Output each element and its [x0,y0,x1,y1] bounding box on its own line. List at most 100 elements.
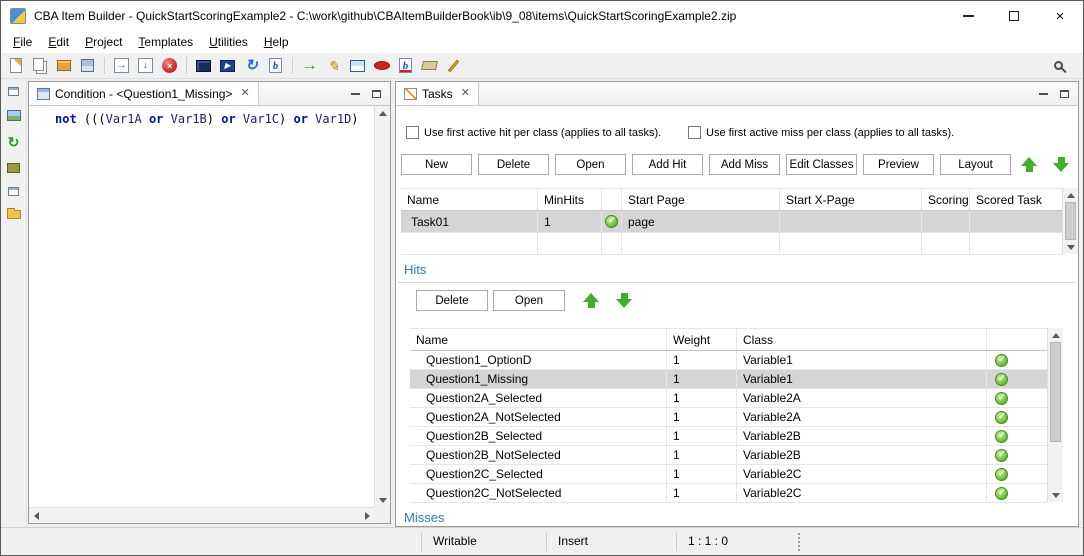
tasks-table-scrollbar[interactable] [1062,188,1078,254]
hit-row[interactable]: Question2B_Selected 1 Variable2B [410,427,1047,446]
move-hit-up-button[interactable] [580,290,602,310]
edit-item-icon[interactable]: ✎ [323,55,344,76]
column-header-class[interactable]: Class [737,329,987,350]
split-view-icon[interactable] [347,55,368,76]
preview-screen-icon[interactable] [193,55,214,76]
column-header-name[interactable]: Name [410,329,667,350]
column-header-scored-task[interactable]: Scored Task [970,189,1062,210]
maximize-panel-icon[interactable] [372,90,381,98]
import-icon[interactable]: ↓ [135,55,156,76]
new-button[interactable]: New [401,154,472,175]
go-icon[interactable]: → [299,55,320,76]
scroll-left-icon[interactable] [29,508,43,524]
menu-templates[interactable]: Templates [130,32,201,52]
close-button[interactable]: × [1037,1,1083,31]
task-row[interactable]: Task01 1 page [401,211,1062,233]
scroll-up-icon[interactable] [1063,188,1078,202]
empty-row[interactable] [401,233,1062,255]
layout-button[interactable]: Layout [940,154,1011,175]
column-header-weight[interactable]: Weight [667,329,737,350]
column-header-status[interactable] [602,189,622,210]
scroll-up-icon[interactable] [375,106,391,120]
scroll-up-icon[interactable] [1048,328,1064,342]
move-hit-down-button[interactable] [613,290,635,310]
folder-icon[interactable] [7,210,21,219]
move-task-up-button[interactable] [1018,154,1040,174]
editor-vertical-scrollbar[interactable] [374,106,390,507]
preview-button[interactable]: Preview [863,154,934,175]
hit-row[interactable]: Question2A_NotSelected 1 Variable2A [410,408,1047,427]
column-header-status[interactable] [987,329,1047,350]
copy-icon[interactable] [29,55,50,76]
add-hit-button[interactable]: Add Hit [632,154,703,175]
minimize-panel-icon[interactable] [351,93,360,95]
first-active-hit-option: Use first active hit per class (applies … [406,126,661,139]
save-icon[interactable] [77,55,98,76]
hits-table-scrollbar[interactable] [1047,328,1063,502]
wand-icon[interactable] [443,55,464,76]
ruler-icon[interactable] [419,55,440,76]
menu-file[interactable]: File [5,32,40,52]
texts-icon[interactable] [7,163,20,173]
scroll-down-icon[interactable] [375,493,391,507]
delete-icon[interactable]: × [159,55,180,76]
open-project-icon[interactable] [53,55,74,76]
close-icon: × [1056,9,1065,24]
menu-help[interactable]: Help [256,32,297,52]
run-icon[interactable]: ▶ [217,55,238,76]
open-button[interactable]: Open [555,154,626,175]
refresh-icon[interactable]: ↻ [241,55,262,76]
status-grip[interactable] [798,533,801,551]
column-header-minhits[interactable]: MinHits [538,189,602,210]
hit-row[interactable]: Question2A_Selected 1 Variable2A [410,389,1047,408]
close-tab-icon[interactable]: ✕ [240,88,249,99]
browser-b-icon[interactable]: b [395,55,416,76]
browser-preview-icon[interactable]: b [265,55,286,76]
edit-classes-button[interactable]: Edit Classes [786,154,857,175]
hit-row[interactable]: Question2C_Selected 1 Variable2C [410,465,1047,484]
hit-name: Question2B_Selected [410,427,667,445]
image-resources-icon[interactable] [7,110,21,121]
column-header-start-page[interactable]: Start Page [622,189,780,210]
restore-pane-icon[interactable] [8,87,19,96]
hit-row[interactable]: Question2B_NotSelected 1 Variable2B [410,446,1047,465]
editor-horizontal-scrollbar[interactable] [29,507,374,523]
new-item-icon[interactable] [5,55,26,76]
maximize-button[interactable] [991,1,1037,31]
menu-project[interactable]: Project [77,32,130,52]
search-icon[interactable] [1048,55,1069,76]
menu-edit[interactable]: Edit [40,32,77,52]
minimize-button[interactable] [945,1,991,31]
menu-utilities[interactable]: Utilities [201,32,256,52]
ellipse-tool-icon[interactable] [371,55,392,76]
move-task-down-button[interactable] [1050,154,1072,174]
tasks-tabstrip: Tasks ✕ [396,82,1078,106]
scroll-right-icon[interactable] [360,508,374,524]
hit-row[interactable]: Question2C_NotSelected 1 Variable2C [410,484,1047,503]
minimize-panel-icon[interactable] [1039,93,1048,95]
tab-tasks[interactable]: Tasks ✕ [396,82,479,105]
add-miss-button[interactable]: Add Miss [709,154,780,175]
close-tab-icon[interactable]: ✕ [461,88,470,99]
delete-button[interactable]: Delete [478,154,549,175]
scrollbar-thumb[interactable] [1065,202,1076,240]
hit-row[interactable]: Question1_Missing 1 Variable1 [410,370,1047,389]
scroll-down-icon[interactable] [1063,240,1078,254]
restore-pane-2-icon[interactable] [8,187,19,196]
export-icon[interactable]: → [111,55,132,76]
column-header-name[interactable]: Name [401,189,538,210]
refresh-view-icon[interactable]: ↻ [8,135,20,149]
scrollbar-thumb[interactable] [1050,342,1061,442]
first-active-miss-checkbox[interactable] [688,126,701,139]
maximize-panel-icon[interactable] [1060,90,1069,98]
scroll-down-icon[interactable] [1048,488,1064,502]
tab-condition[interactable]: Condition - <Question1_Missing> ✕ [29,82,259,105]
hit-delete-button[interactable]: Delete [416,290,488,311]
column-header-start-x-page[interactable]: Start X-Page [780,189,922,210]
hit-open-button[interactable]: Open [493,290,565,311]
condition-code-editor[interactable]: not (((Var1A or Var1B) or Var1C) or Var1… [29,106,374,507]
task-scored-task [970,211,1062,232]
first-active-hit-checkbox[interactable] [406,126,419,139]
hit-row[interactable]: Question1_OptionD 1 Variable1 [410,351,1047,370]
column-header-scoring[interactable]: Scoring [922,189,970,210]
